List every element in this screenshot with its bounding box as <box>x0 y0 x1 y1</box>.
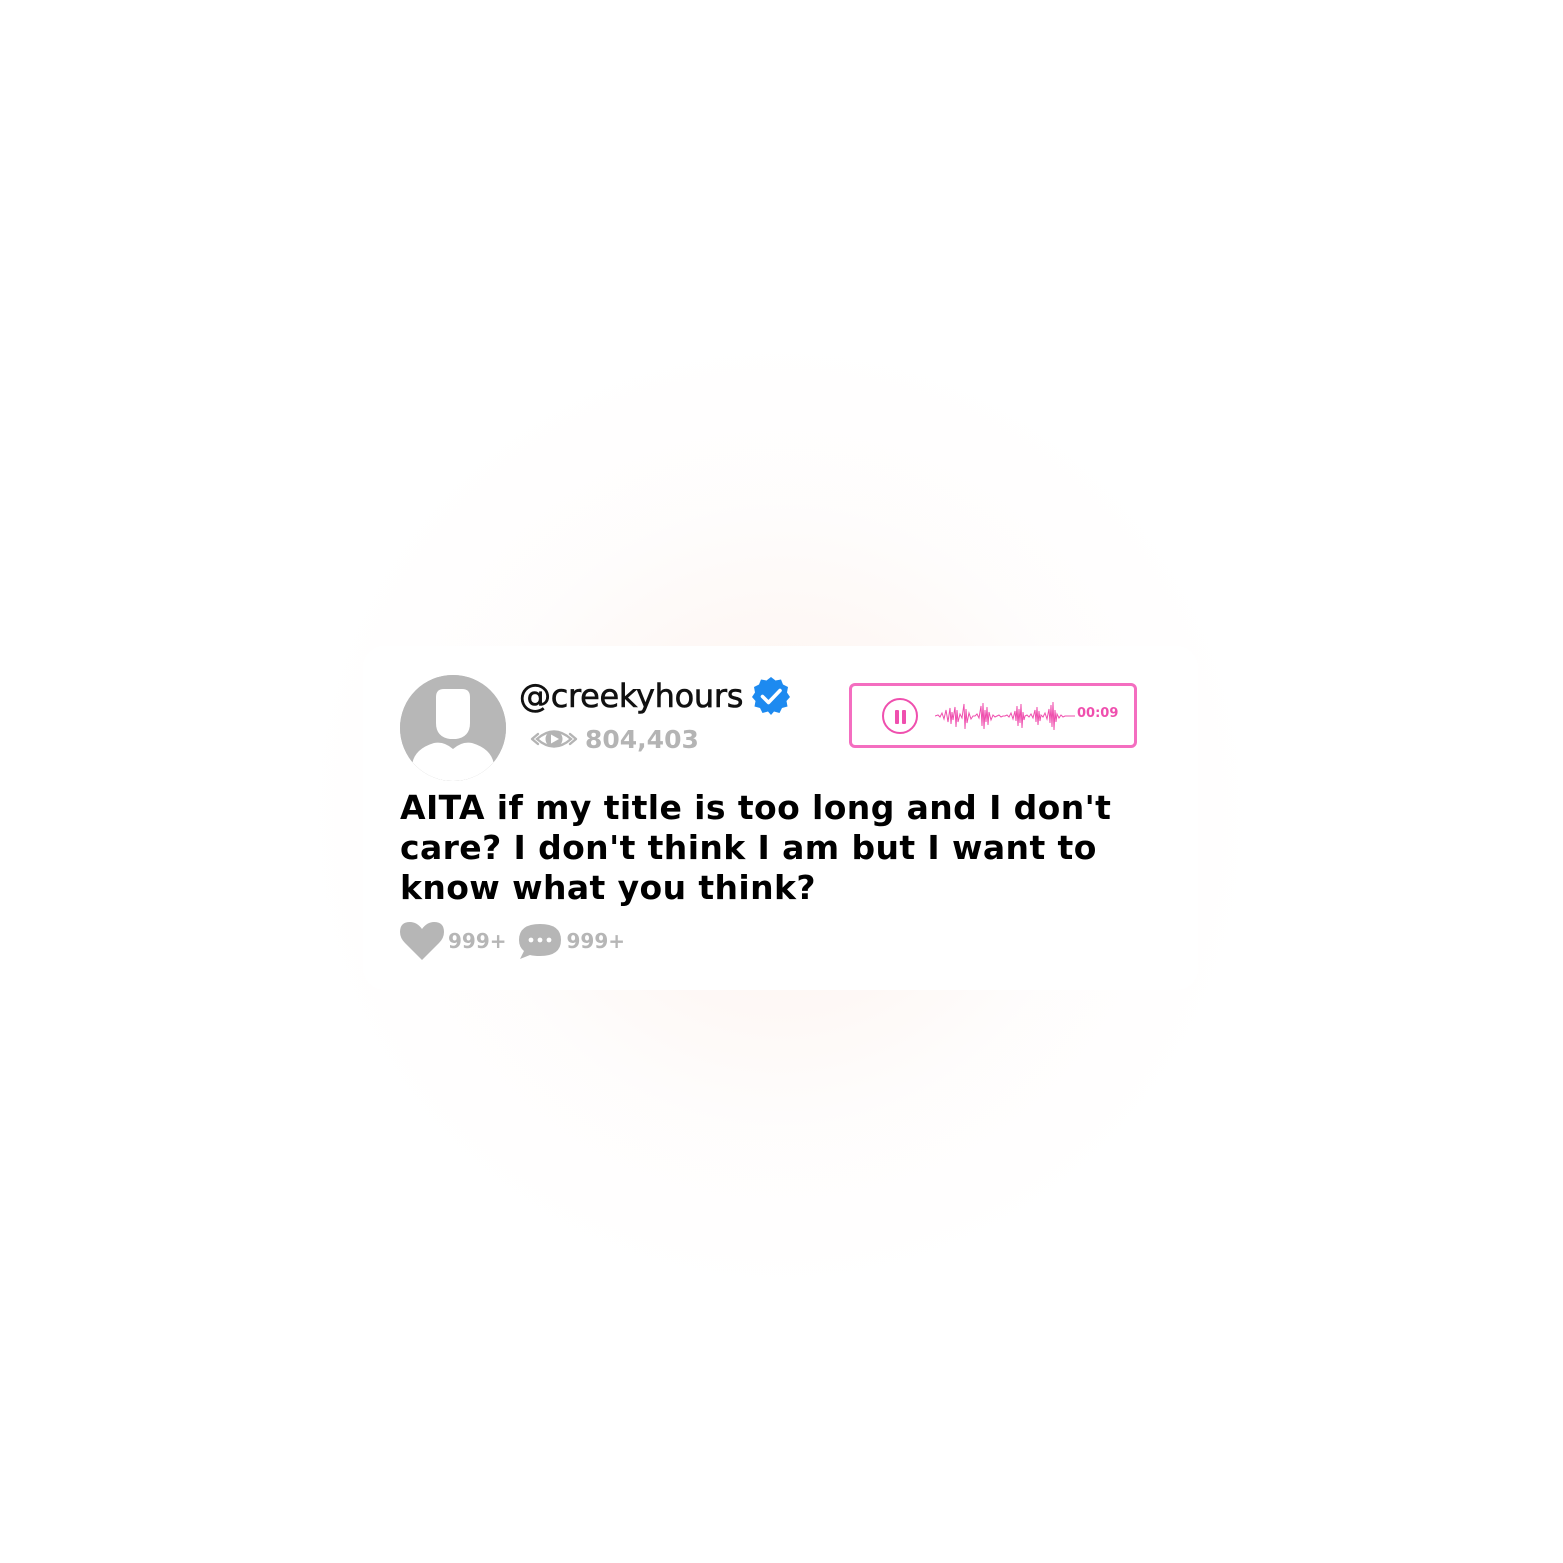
view-count: 804,403 <box>585 724 699 754</box>
verified-badge-icon <box>752 677 791 715</box>
audio-timer: 00:09 <box>1077 706 1119 721</box>
views-row: 804,403 <box>529 722 699 756</box>
post-card: @creekyhours 804,403 00:09 AITA if my ti… <box>363 646 1198 990</box>
audio-waveform[interactable] <box>935 698 1075 734</box>
comment-count: 999+ <box>566 929 626 953</box>
pause-button[interactable] <box>882 698 918 734</box>
comment-bubble-icon[interactable] <box>517 921 563 961</box>
avatar[interactable] <box>400 675 506 781</box>
stats-row: 999+ 999+ <box>400 920 625 962</box>
username-row: @creekyhours <box>519 674 791 718</box>
audio-player: 00:09 <box>849 683 1137 748</box>
background: @creekyhours 804,403 00:09 AITA if my ti… <box>0 0 1563 1563</box>
eye-icon <box>530 730 578 748</box>
post-title: AITA if my title is too long and I don't… <box>400 788 1112 907</box>
username[interactable]: @creekyhours <box>519 677 744 716</box>
like-count: 999+ <box>448 929 507 953</box>
default-user-icon <box>400 675 506 781</box>
heart-icon[interactable] <box>400 921 444 961</box>
